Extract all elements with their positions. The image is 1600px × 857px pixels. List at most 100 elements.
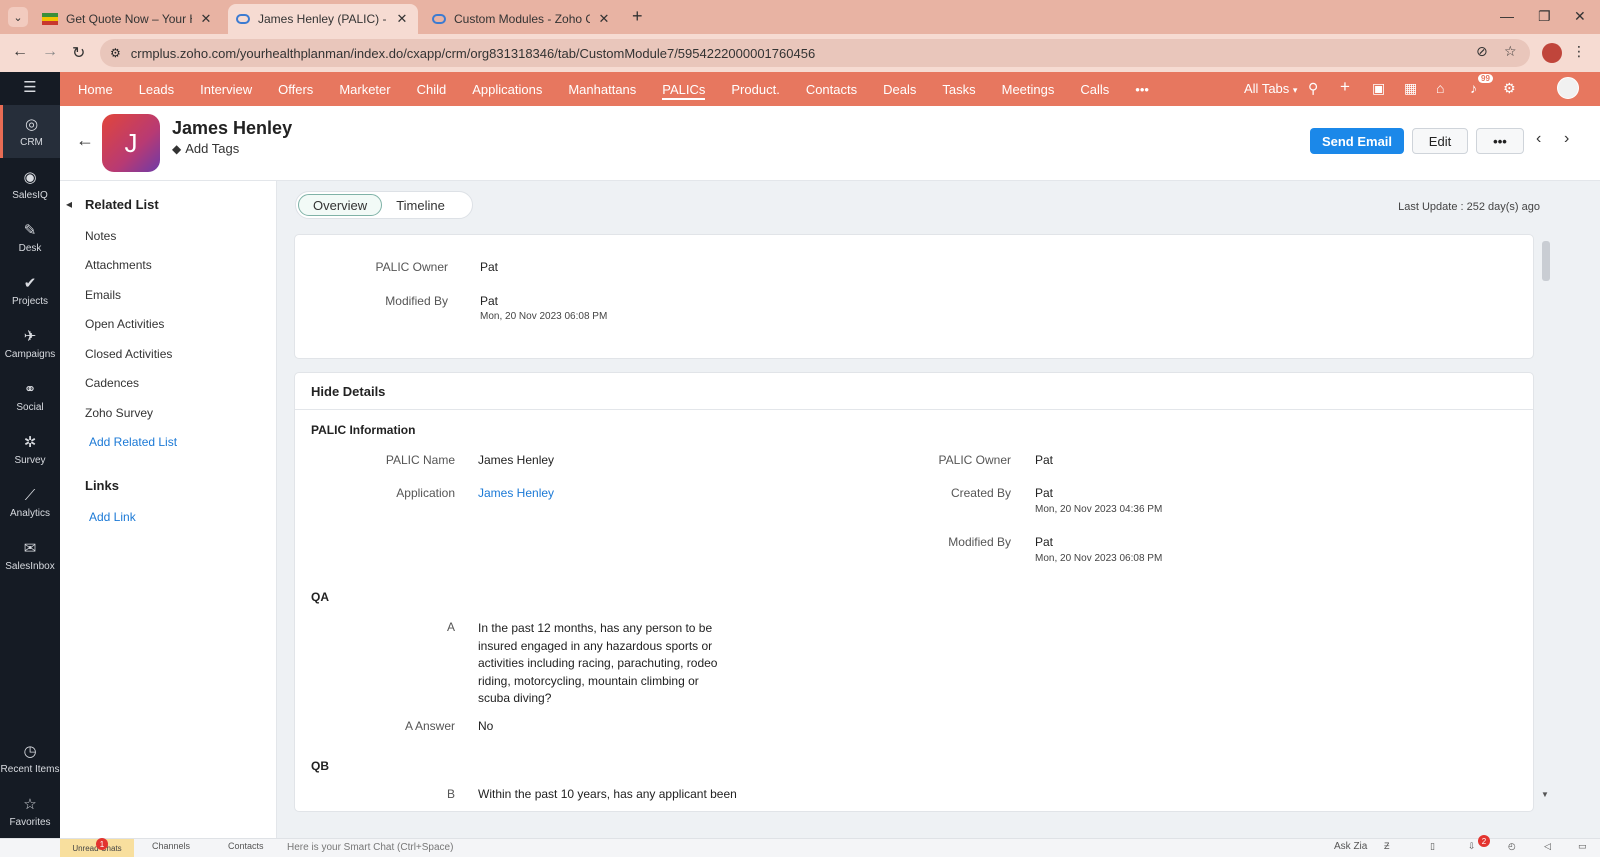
marketplace-icon[interactable]: ⌂ xyxy=(1436,80,1444,96)
download-icon[interactable]: ⇩ xyxy=(1468,841,1476,852)
tab-calls[interactable]: Calls xyxy=(1067,72,1122,106)
tab-timeline[interactable]: Timeline xyxy=(382,194,459,216)
rail-item-social[interactable]: ⚭ Social xyxy=(0,370,60,423)
browser-tab-james-henley[interactable]: James Henley (PALIC) - Zoho CR ✕ xyxy=(228,4,418,34)
tab-applications[interactable]: Applications xyxy=(459,72,555,106)
next-record-icon[interactable]: › xyxy=(1564,130,1569,148)
more-tabs-button[interactable]: ••• xyxy=(1122,72,1162,106)
hamburger-menu-icon[interactable]: ☰ xyxy=(0,72,60,105)
field-value: No xyxy=(478,719,494,733)
tab-child[interactable]: Child xyxy=(404,72,460,106)
add-tags-button[interactable]: ◆ Add Tags xyxy=(172,141,239,156)
tab-leads[interactable]: Leads xyxy=(126,72,187,106)
scrollbar-thumb[interactable] xyxy=(1542,241,1550,281)
tab-manhattans[interactable]: Manhattans xyxy=(555,72,649,106)
restore-icon[interactable]: ❐ xyxy=(1538,8,1551,25)
browser-tab-get-quote[interactable]: Get Quote Now – Your Health P ✕ xyxy=(34,4,222,34)
tab-product[interactable]: Product. xyxy=(718,72,792,106)
user-avatar[interactable] xyxy=(1557,77,1579,99)
send-email-button[interactable]: Send Email xyxy=(1310,128,1404,154)
salesiq-icon: ◉ xyxy=(23,169,37,186)
rail-item-crm[interactable]: ◎ CRM xyxy=(0,105,60,158)
question-line: riding, motorcycling, mountain climbing … xyxy=(478,673,699,688)
add-related-list-link[interactable]: Add Related List xyxy=(89,435,177,449)
close-tab-icon[interactable]: ✕ xyxy=(198,11,214,27)
previous-record-icon[interactable]: ‹ xyxy=(1536,130,1541,148)
zia-icon[interactable]: Ƶ xyxy=(1384,841,1390,851)
bookmark-star-icon[interactable]: ☆ xyxy=(1504,43,1517,60)
rail-item-favorites[interactable]: ☆ Favorites xyxy=(0,785,60,838)
scroll-down-icon[interactable]: ▼ xyxy=(1541,790,1549,799)
reload-icon[interactable]: ↻ xyxy=(72,43,85,63)
bell-icon[interactable]: ♪ 99 xyxy=(1470,74,1493,96)
eye-slash-icon[interactable]: ⊘ xyxy=(1476,43,1488,60)
rail-item-salesiq[interactable]: ◉ SalesIQ xyxy=(0,158,60,211)
related-item-notes[interactable]: Notes xyxy=(85,229,116,243)
rail-item-salesinbox[interactable]: ✉ SalesInbox xyxy=(0,529,60,582)
plus-icon[interactable]: + xyxy=(1340,77,1350,97)
tab-contacts[interactable]: Contacts xyxy=(793,72,870,106)
back-arrow-icon[interactable]: ← xyxy=(76,130,94,151)
content-scrollbar[interactable]: ▼ xyxy=(1540,237,1552,799)
calendar-icon[interactable]: ▦ xyxy=(1404,80,1417,97)
desk-icon: ✎ xyxy=(23,222,37,239)
rail-item-survey[interactable]: ✲ Survey xyxy=(0,423,60,476)
site-info-icon[interactable]: ⚙ xyxy=(110,46,121,60)
address-bar[interactable]: ⚙ crmplus.zoho.com/yourhealthplanman/ind… xyxy=(100,39,1530,67)
ask-zia-button[interactable]: Ask Zia xyxy=(1334,841,1367,852)
tab-overview[interactable]: Overview xyxy=(298,194,383,216)
field-label: B xyxy=(446,787,455,801)
tab-search-button[interactable]: ⌄ xyxy=(8,7,28,27)
gear-icon[interactable]: ⚙ xyxy=(1503,80,1516,97)
edit-button[interactable]: Edit xyxy=(1412,128,1468,154)
search-icon[interactable]: ⚲ xyxy=(1308,80,1318,97)
rail-item-desk[interactable]: ✎ Desk xyxy=(0,211,60,264)
related-item-attachments[interactable]: Attachments xyxy=(85,258,152,272)
related-item-closed-activities[interactable]: Closed Activities xyxy=(85,347,172,361)
browser-tab-custom-modules[interactable]: Custom Modules - Zoho CRM ✕ xyxy=(424,4,620,34)
tab-palics[interactable]: PALICs xyxy=(649,72,718,106)
related-item-open-activities[interactable]: Open Activities xyxy=(85,317,164,331)
channels-button[interactable]: Channels xyxy=(152,841,190,851)
browser-profile-avatar[interactable] xyxy=(1542,43,1562,63)
announcement-icon[interactable]: ◁ xyxy=(1544,841,1551,852)
document-icon[interactable]: ▯ xyxy=(1430,841,1435,852)
hide-details-toggle[interactable]: Hide Details xyxy=(311,384,385,399)
related-item-emails[interactable]: Emails xyxy=(85,288,121,302)
unread-chats-button[interactable]: Unread Chats 1 xyxy=(60,838,134,857)
smart-chat-input[interactable]: Here is your Smart Chat (Ctrl+Space) xyxy=(287,842,453,853)
related-item-zoho-survey[interactable]: Zoho Survey xyxy=(85,406,153,420)
new-tab-button[interactable]: + xyxy=(632,6,643,27)
close-tab-icon[interactable]: ✕ xyxy=(394,11,410,27)
tab-deals[interactable]: Deals xyxy=(870,72,929,106)
rail-item-recent-items[interactable]: ◷ Recent Items xyxy=(0,732,60,785)
tab-home[interactable]: Home xyxy=(65,72,126,106)
all-tabs-dropdown[interactable]: All Tabs ▾ xyxy=(1244,81,1297,96)
browser-menu-icon[interactable]: ⋮ xyxy=(1572,43,1586,60)
tab-marketer[interactable]: Marketer xyxy=(326,72,403,106)
chat-icon[interactable]: ▭ xyxy=(1578,841,1587,852)
forward-icon[interactable]: → xyxy=(42,43,58,61)
rail-item-projects[interactable]: ✔ Projects xyxy=(0,264,60,317)
contacts-button[interactable]: Contacts xyxy=(228,841,264,851)
add-link-link[interactable]: Add Link xyxy=(89,510,136,524)
back-icon[interactable]: ← xyxy=(12,43,28,61)
minimize-icon[interactable]: — xyxy=(1500,8,1514,24)
related-item-cadences[interactable]: Cadences xyxy=(85,376,139,390)
application-link[interactable]: James Henley xyxy=(478,486,554,500)
collapse-sidebar-icon[interactable]: ◂ xyxy=(66,197,72,211)
download-count-badge: 2 xyxy=(1478,835,1490,847)
close-window-icon[interactable]: ✕ xyxy=(1574,8,1586,25)
tab-interview[interactable]: Interview xyxy=(187,72,265,106)
tab-meetings[interactable]: Meetings xyxy=(989,72,1068,106)
more-actions-button[interactable]: ••• xyxy=(1476,128,1524,154)
activity-icon[interactable]: ▣ xyxy=(1372,80,1385,97)
tab-offers[interactable]: Offers xyxy=(265,72,326,106)
question-line: insured engaged in any hazardous sports … xyxy=(478,638,713,653)
alarm-icon[interactable]: ◴ xyxy=(1508,841,1516,852)
field-label: PALIC Name xyxy=(385,453,455,467)
tab-tasks[interactable]: Tasks xyxy=(929,72,988,106)
rail-item-analytics[interactable]: ⟋ Analytics xyxy=(0,476,60,529)
rail-item-campaigns[interactable]: ✈ Campaigns xyxy=(0,317,60,370)
close-tab-icon[interactable]: ✕ xyxy=(596,11,612,27)
